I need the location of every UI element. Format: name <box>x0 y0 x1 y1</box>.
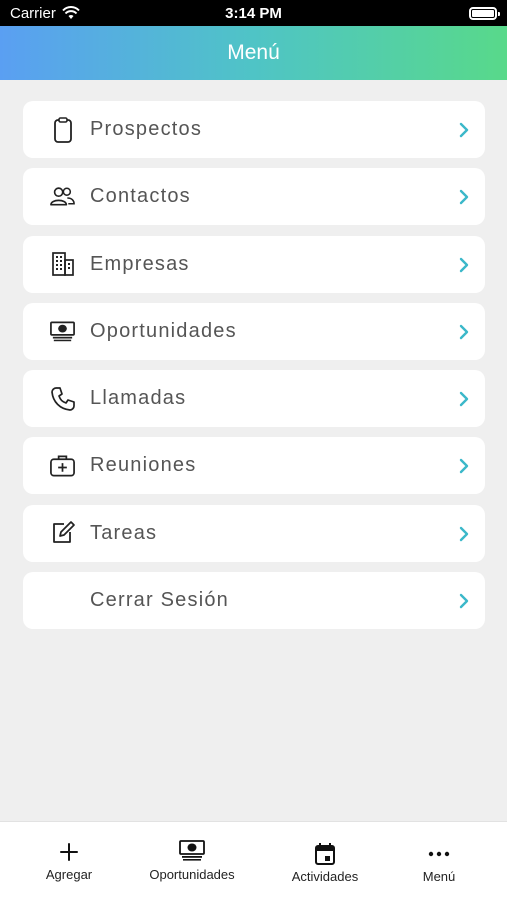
tab-label: Oportunidades <box>149 867 235 882</box>
menu-item-label: Reuniones <box>90 454 197 477</box>
menu-item-llamadas[interactable]: Llamadas <box>23 370 485 428</box>
clipboard-icon <box>49 116 76 143</box>
chevron-right-icon <box>459 526 469 541</box>
chevron-right-icon <box>459 593 469 609</box>
chevron-right-icon <box>459 324 469 340</box>
menu-item-label: Tareas <box>90 521 158 544</box>
menu-item-prospectos[interactable]: Prospectos <box>23 101 485 158</box>
tab-agregar[interactable]: Agregar <box>30 822 108 900</box>
menu-list: Prospectos Contactos Empresas Oportunida… <box>23 101 485 639</box>
menu-item-label: Llamadas <box>90 387 187 410</box>
chevron-right-icon <box>459 122 469 138</box>
tab-label: Agregar <box>45 867 93 882</box>
tab-oportunidades[interactable]: Oportunidades <box>144 822 240 900</box>
page-title: Menú <box>227 41 280 64</box>
status-bar: Carrier 3:14 PM <box>0 0 507 26</box>
money-icon <box>178 837 206 863</box>
tab-actividades[interactable]: Actividades <box>284 822 366 900</box>
phone-icon <box>49 385 76 412</box>
menu-item-contactos[interactable]: Contactos <box>23 168 485 226</box>
menu-item-cerrar-sesion[interactable]: Cerrar Sesión <box>23 572 485 630</box>
menu-item-tareas[interactable]: Tareas <box>23 504 485 562</box>
edit-icon <box>49 520 76 547</box>
calendar-icon <box>311 841 339 867</box>
chevron-right-icon <box>459 391 469 407</box>
menu-item-label: Cerrar Sesión <box>90 589 229 612</box>
menu-item-label: Prospectos <box>90 118 203 140</box>
header-bar: Menú <box>0 26 507 80</box>
menu-item-label: Empresas <box>90 252 190 275</box>
tab-label: Actividades <box>291 869 359 884</box>
menu-item-oportunidades[interactable]: Oportunidades <box>23 302 485 360</box>
battery-icon <box>469 6 500 20</box>
tab-menu[interactable]: Menú <box>409 822 469 900</box>
more-icon <box>425 841 453 867</box>
chevron-right-icon <box>459 190 469 205</box>
chevron-right-icon <box>459 257 469 272</box>
people-icon <box>49 183 76 210</box>
briefcase-plus-icon <box>49 452 76 479</box>
chevron-right-icon <box>459 459 469 474</box>
plus-icon <box>55 839 83 865</box>
menu-item-label: Oportunidades <box>90 319 237 342</box>
building-icon <box>49 251 76 278</box>
tab-label: Menú <box>422 869 456 884</box>
menu-item-empresas[interactable]: Empresas <box>23 235 485 293</box>
money-icon <box>49 318 76 345</box>
carrier-label: Carrier <box>10 4 56 22</box>
menu-item-label: Contactos <box>90 185 191 208</box>
menu-item-reuniones[interactable]: Reuniones <box>23 437 485 495</box>
tab-bar: Agregar Oportunidades Actividades Menú <box>0 821 507 900</box>
wifi-icon <box>62 6 80 19</box>
